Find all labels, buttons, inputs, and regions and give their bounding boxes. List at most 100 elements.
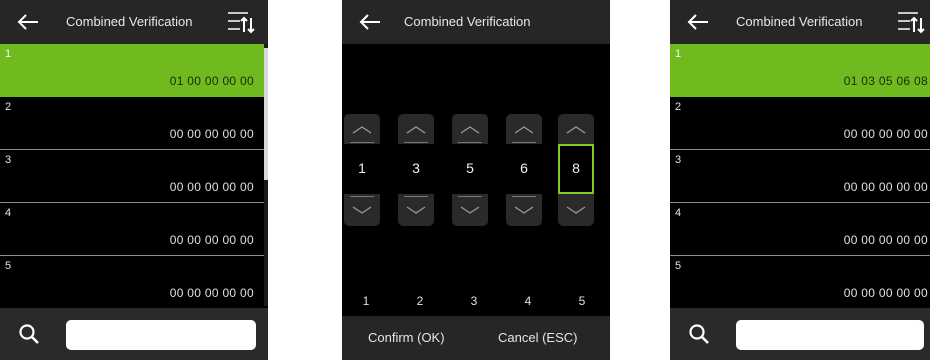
page-title: Combined Verification: [404, 14, 531, 29]
increment-button[interactable]: [506, 120, 542, 140]
list-item[interactable]: 1 01 03 05 06 08: [670, 44, 930, 97]
cancel-button[interactable]: Cancel (ESC): [498, 330, 577, 345]
back-button[interactable]: [682, 8, 714, 36]
back-button[interactable]: [354, 8, 386, 36]
search-bar: [0, 308, 268, 360]
picker-value: 1: [358, 160, 366, 176]
row-index: 1: [675, 48, 682, 60]
digit-picker-5[interactable]: 8: [558, 114, 594, 226]
decrement-button[interactable]: [398, 200, 434, 220]
digit-picker-2[interactable]: 3: [398, 114, 434, 226]
row-index: 3: [675, 154, 682, 166]
screen-combination-picker: Combined Verification 1 3 5 6 8 1 2 3 4 …: [342, 0, 610, 360]
title-bar: Combined Verification: [0, 0, 268, 44]
column-label: 5: [578, 294, 586, 308]
decrement-button[interactable]: [506, 200, 542, 220]
chevron-up-icon: [514, 126, 534, 134]
picker-value: 6: [520, 160, 528, 176]
row-index: 5: [5, 260, 12, 272]
list-item[interactable]: 3 00 00 00 00 00: [670, 150, 930, 203]
back-arrow-icon: [359, 14, 380, 30]
row-value: 00 00 00 00 00: [169, 233, 254, 247]
list-item[interactable]: 4 00 00 00 00 00: [670, 203, 930, 256]
row-index: 5: [675, 260, 682, 272]
decrement-button[interactable]: [558, 200, 594, 220]
search-icon: [19, 324, 39, 344]
digit-picker-3[interactable]: 5: [452, 114, 488, 226]
increment-button[interactable]: [558, 120, 594, 140]
increment-button[interactable]: [344, 120, 380, 140]
combination-list: 1 01 03 05 06 08 2 00 00 00 00 00 3 00 0…: [670, 44, 930, 309]
sort-button[interactable]: [896, 10, 930, 36]
list-item[interactable]: 4 00 00 00 00 00: [0, 203, 264, 256]
title-bar: Combined Verification: [670, 0, 930, 44]
action-bar: Confirm (OK) Cancel (ESC): [342, 316, 610, 360]
chevron-down-icon: [352, 206, 372, 214]
row-index: 2: [5, 101, 12, 113]
increment-button[interactable]: [398, 120, 434, 140]
back-arrow-icon: [687, 14, 708, 30]
list-item[interactable]: 2 00 00 00 00 00: [0, 97, 264, 150]
decrement-button[interactable]: [344, 200, 380, 220]
sort-icon: [898, 12, 925, 34]
row-value: 01 03 05 06 08: [843, 74, 928, 88]
combination-list: 1 01 00 00 00 00 2 00 00 00 00 00 3 00 0…: [0, 44, 264, 309]
sort-icon: [228, 12, 255, 34]
search-button[interactable]: [18, 323, 40, 345]
increment-button[interactable]: [452, 120, 488, 140]
row-index: 4: [675, 207, 682, 219]
chevron-up-icon: [352, 126, 372, 134]
row-value: 00 00 00 00 00: [169, 286, 254, 300]
list-item[interactable]: 2 00 00 00 00 00: [670, 97, 930, 150]
column-label: 4: [524, 294, 532, 308]
row-value: 00 00 00 00 00: [843, 127, 928, 141]
digit-picker-1[interactable]: 1: [344, 114, 380, 226]
row-value: 00 00 00 00 00: [169, 127, 254, 141]
row-value: 01 00 00 00 00: [169, 74, 254, 88]
row-value: 00 00 00 00 00: [843, 233, 928, 247]
row-value: 00 00 00 00 00: [169, 180, 254, 194]
list-item[interactable]: 5 00 00 00 00 00: [0, 256, 264, 309]
list-item[interactable]: 3 00 00 00 00 00: [0, 150, 264, 203]
divider: [512, 142, 536, 143]
divider: [404, 142, 428, 143]
search-input[interactable]: [66, 320, 256, 350]
decrement-button[interactable]: [452, 200, 488, 220]
page-title: Combined Verification: [66, 14, 193, 29]
chevron-down-icon: [566, 206, 586, 214]
chevron-down-icon: [406, 206, 426, 214]
search-bar: [670, 308, 930, 360]
picker-value: 3: [412, 160, 420, 176]
divider: [404, 196, 428, 197]
column-label: 2: [416, 294, 424, 308]
search-button[interactable]: [688, 323, 710, 345]
picker-value: 8: [572, 160, 580, 176]
divider: [458, 196, 482, 197]
picker-value: 5: [466, 160, 474, 176]
column-label: 3: [470, 294, 478, 308]
scroll-thumb[interactable]: [264, 48, 268, 180]
page-title: Combined Verification: [736, 14, 863, 29]
chevron-down-icon: [460, 206, 480, 214]
scrollbar[interactable]: [264, 44, 268, 306]
list-item[interactable]: 5 00 00 00 00 00: [670, 256, 930, 309]
digit-picker-4[interactable]: 6: [506, 114, 542, 226]
column-label: 1: [362, 294, 370, 308]
list-item[interactable]: 1 01 00 00 00 00: [0, 44, 264, 97]
screen-list-initial: Combined Verification 1 01 00 00 00 00 2…: [0, 0, 268, 360]
chevron-up-icon: [566, 126, 586, 134]
divider: [512, 196, 536, 197]
chevron-up-icon: [406, 126, 426, 134]
chevron-up-icon: [460, 126, 480, 134]
back-arrow-icon: [17, 14, 38, 30]
row-index: 1: [5, 48, 12, 60]
confirm-button[interactable]: Confirm (OK): [368, 330, 445, 345]
search-input[interactable]: [736, 320, 924, 350]
back-button[interactable]: [12, 8, 44, 36]
row-index: 3: [5, 154, 12, 166]
title-bar: Combined Verification: [342, 0, 610, 44]
sort-button[interactable]: [226, 10, 260, 36]
chevron-down-icon: [514, 206, 534, 214]
row-value: 00 00 00 00 00: [843, 180, 928, 194]
divider: [458, 142, 482, 143]
